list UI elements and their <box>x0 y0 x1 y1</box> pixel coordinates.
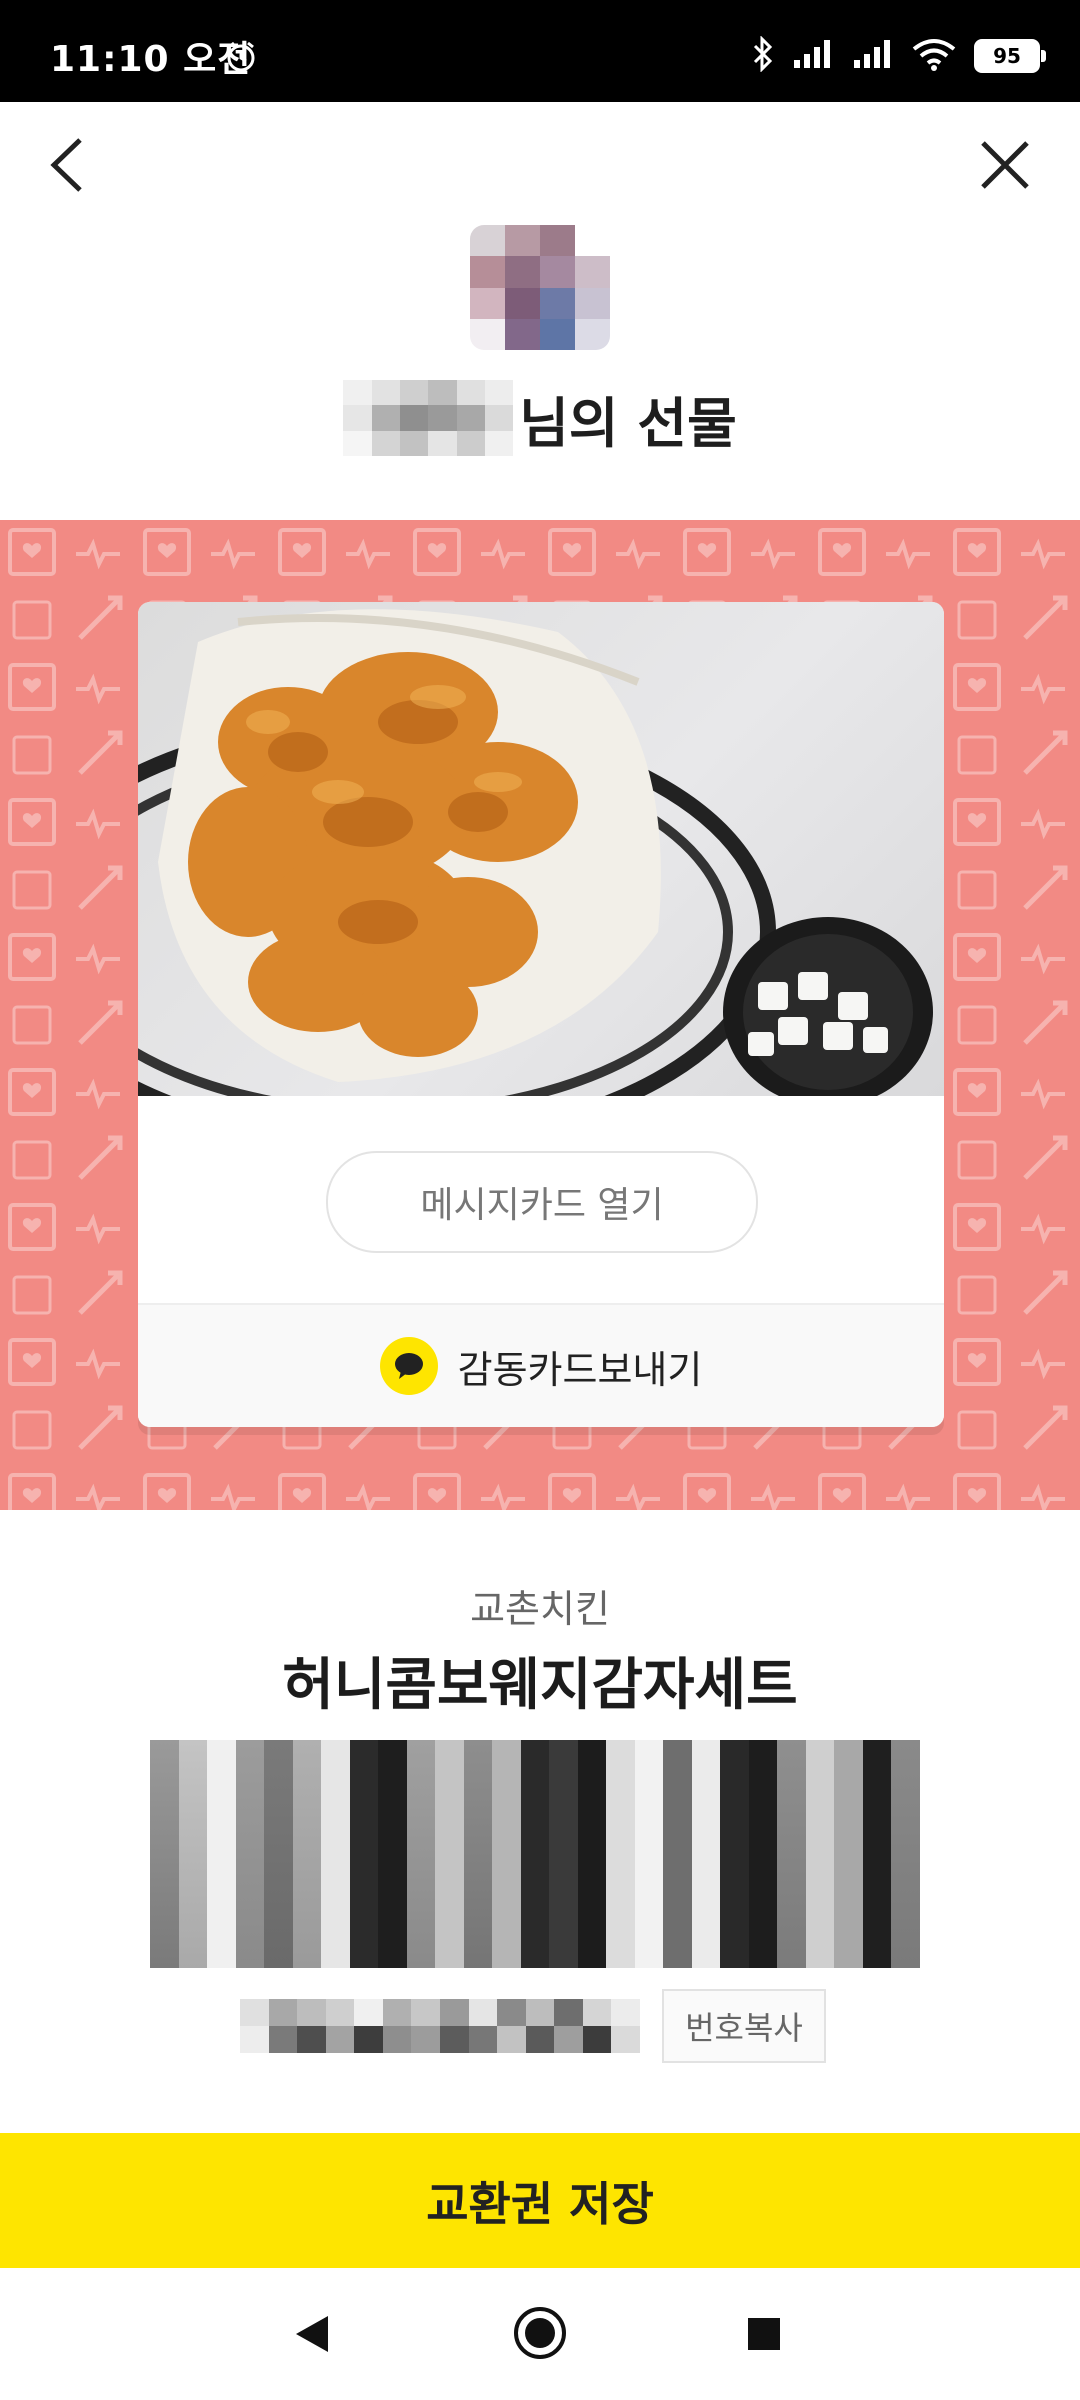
status-bar: 11:10 오전 95 <box>0 0 1080 102</box>
close-icon <box>981 141 1029 189</box>
nav-back-icon[interactable] <box>290 2312 334 2360</box>
wifi-icon <box>912 37 956 75</box>
signal-icon-2 <box>852 38 894 74</box>
copy-number-button[interactable]: 번호복사 <box>662 1989 826 2063</box>
coupon-number-row: 번호복사 <box>240 1989 826 2063</box>
status-time: 11:10 오전 <box>50 39 252 80</box>
chevron-left-icon <box>50 138 82 192</box>
send-card-button[interactable]: 감동카드보내기 <box>138 1305 944 1427</box>
battery-icon: 95 <box>974 39 1046 73</box>
alarm-icon <box>224 40 258 78</box>
save-voucher-button[interactable]: 교환권 저장 <box>0 2133 1080 2268</box>
sender-header: 님의 선물 <box>0 378 1080 458</box>
gift-card: 메시지카드 열기 감동카드보내기 <box>138 602 944 1427</box>
status-icons: 95 <box>752 35 1046 76</box>
kakaotalk-icon <box>379 1337 438 1395</box>
bluetooth-icon <box>752 35 774 76</box>
sender-title: 님의 선물 <box>519 391 737 455</box>
signal-icon <box>792 38 834 74</box>
avatar <box>470 225 610 350</box>
back-button[interactable] <box>42 130 92 200</box>
nav-home-icon[interactable] <box>512 2305 568 2365</box>
product-name: 허니콤보웨지감자세트 <box>282 1653 798 1718</box>
brand-name: 교촌치킨 <box>470 1587 610 1631</box>
product-image <box>138 602 944 1096</box>
coupon-number-redacted <box>240 1999 640 2053</box>
close-button[interactable] <box>975 135 1035 195</box>
sender-name-redacted <box>343 380 514 456</box>
barcode-redacted <box>150 1740 920 1968</box>
nav-recent-icon[interactable] <box>746 2316 782 2356</box>
open-message-card-button[interactable]: 메시지카드 열기 <box>326 1151 758 1253</box>
send-card-label: 감동카드보내기 <box>457 1347 703 1392</box>
